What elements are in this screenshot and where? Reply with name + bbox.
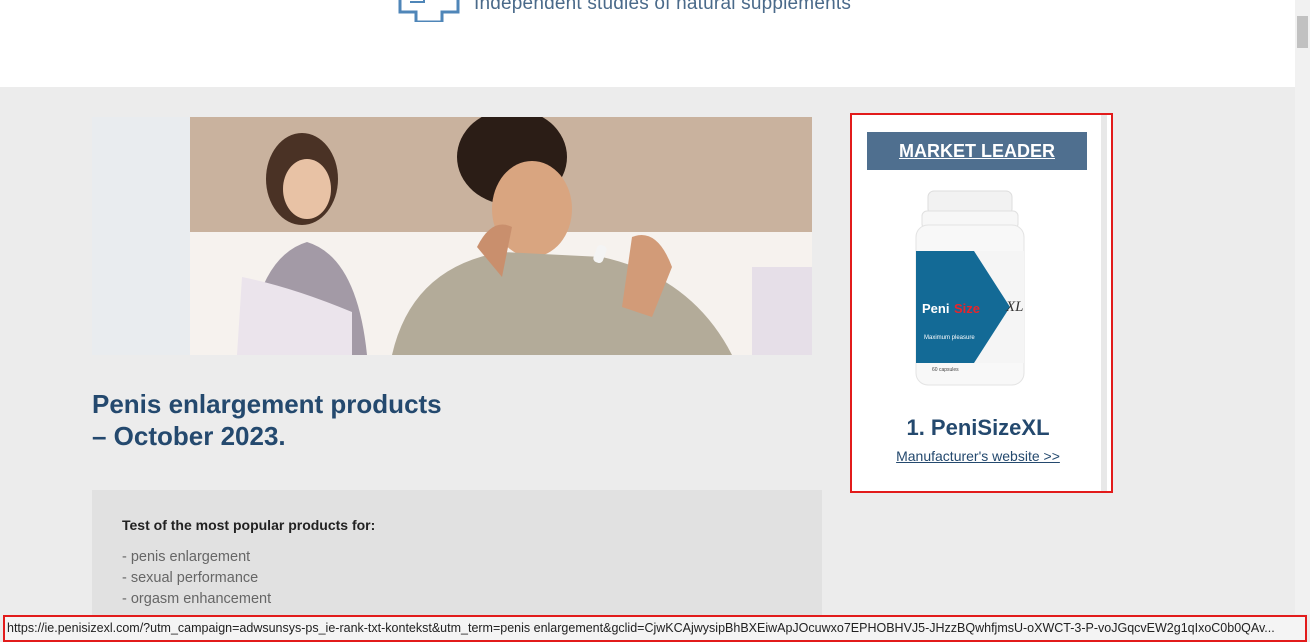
product-name: 1. PeniSizeXL [906,415,1050,440]
site-header: Independent studies of natural supplemen… [0,0,1295,87]
market-leader-card: MARKET LEADER Peni Size XL Maximum pleas… [850,113,1113,493]
page-title-line2: – October 2023. [92,421,286,451]
status-bar-url: https://ie.penisizexl.com/?utm_campaign=… [3,615,1307,642]
page-title-line1: Penis enlargement products [92,389,442,419]
manufacturer-website-link[interactable]: Manufacturer's website >> [852,448,1104,464]
market-leader-banner[interactable]: MARKET LEADER [867,132,1087,170]
bottle-brand-right: Size [954,301,980,316]
list-item: - sexual performance [122,570,259,586]
product-bottle-image[interactable]: Peni Size XL Maximum pleasure 60 capsule… [914,189,1026,389]
scrollbar-thumb[interactable] [1297,16,1308,48]
medical-cross-icon[interactable] [398,0,460,22]
test-summary-box: Test of the most popular products for: -… [92,490,822,620]
bottle-suffix: XL [1005,299,1024,315]
list-item: - orgasm enhancement [122,591,272,607]
couple-in-bed-photo [92,117,812,355]
test-heading: Test of the most popular products for: [122,517,376,533]
bottle-capsules: 60 capsules [932,367,959,373]
test-topic-list: - penis enlargement - sexual performance… [122,547,271,610]
bottle-subtitle: Maximum pleasure [924,335,975,341]
vertical-scrollbar[interactable] [1295,0,1310,614]
hero-image [92,117,812,355]
list-item: - penis enlargement [122,549,251,565]
bottle-brand-left: Peni [922,301,949,316]
site-tagline: Independent studies of natural supplemen… [474,0,852,14]
page-title: Penis enlargement products – October 202… [92,388,612,452]
